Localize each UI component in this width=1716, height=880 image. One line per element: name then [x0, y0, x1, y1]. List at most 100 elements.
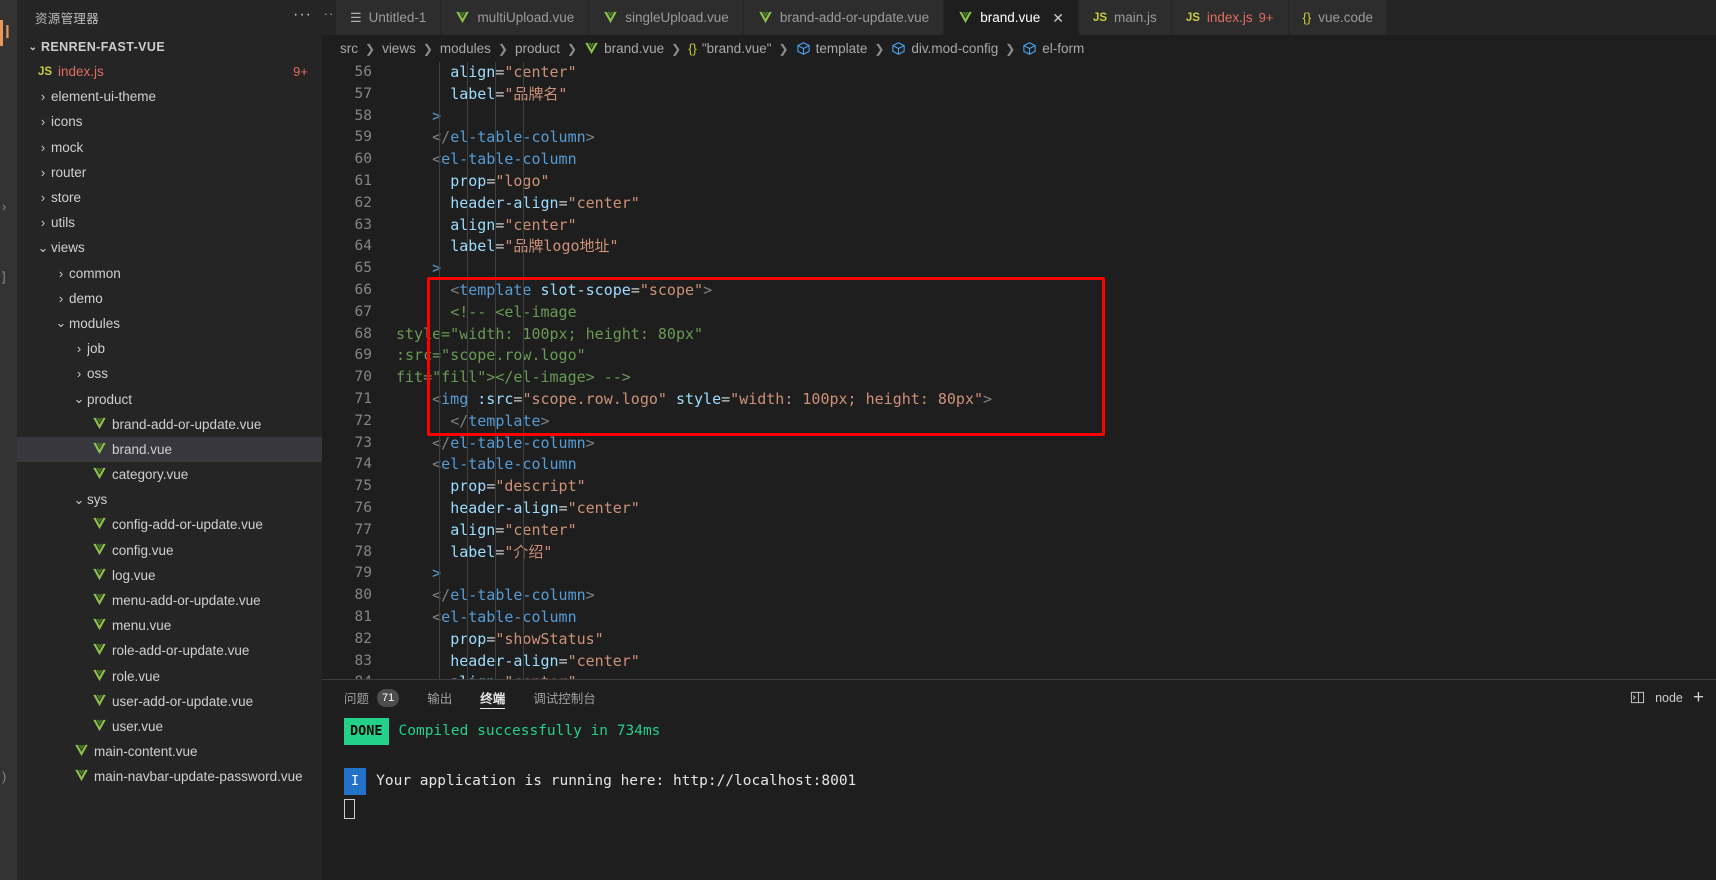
close-icon[interactable]: ✕	[1052, 11, 1064, 25]
code-line[interactable]: <!-- <el-image	[384, 302, 1716, 324]
code-line[interactable]: style="width: 100px; height: 80px"	[384, 324, 1716, 346]
code-line[interactable]: </el-table-column>	[384, 433, 1716, 455]
tree-file-row[interactable]: main-navbar-update-password.vue	[17, 764, 322, 789]
editor-tab[interactable]: brand-add-or-update.vue	[743, 0, 945, 35]
extensions-icon[interactable]: )	[2, 770, 6, 783]
code-line[interactable]: fit="fill"></el-image> -->	[384, 367, 1716, 389]
new-terminal-button[interactable]: +	[1693, 688, 1704, 707]
tree-file-row[interactable]: brand.vue	[17, 436, 322, 462]
code-line[interactable]: :src="scope.row.logo"	[384, 345, 1716, 367]
editor-tab[interactable]: JS main.js	[1078, 0, 1172, 35]
breadcrumb-item[interactable]: product	[515, 41, 560, 56]
code-line[interactable]: label="品牌名"	[384, 84, 1716, 106]
source-control-icon[interactable]: ]	[2, 270, 6, 283]
editor-tab[interactable]: JS index.js 9+	[1171, 0, 1289, 35]
tree-folder-row[interactable]: › router	[17, 160, 322, 185]
editor-tab[interactable]: multiUpload.vue	[441, 0, 590, 35]
tree-folder-row[interactable]: ⌄ sys	[17, 487, 322, 512]
tree-file-row[interactable]: config-add-or-update.vue	[17, 512, 322, 537]
panel-tab[interactable]: 调试控制台	[533, 680, 596, 715]
code-editor[interactable]: 56 57 58 59 60 61 62 63 64 65 66 67 68 69 70 71 72 73 74 75…	[322, 62, 1716, 679]
editor-tab[interactable]: ☰ Untitled-1	[336, 0, 442, 35]
tree-folder-row[interactable]: › demo	[17, 286, 322, 311]
breadcrumb-item[interactable]: src	[340, 41, 358, 56]
tree-file-row[interactable]: menu.vue	[17, 613, 322, 638]
terminal-shell-label[interactable]: node	[1655, 691, 1683, 705]
tree-folder-row[interactable]: ⌄ views	[17, 235, 322, 260]
editor-tab[interactable]: singleUpload.vue	[589, 0, 744, 35]
tree-file-row[interactable]: user-add-or-update.vue	[17, 689, 322, 714]
tree-folder-row[interactable]: › icons	[17, 109, 322, 134]
tree-file-row[interactable]: role.vue	[17, 664, 322, 689]
tree-folder-row[interactable]: › oss	[17, 361, 322, 386]
breadcrumb-item[interactable]: views	[382, 41, 416, 56]
code-line[interactable]: <img :src="scope.row.logo" style="width:…	[384, 389, 1716, 411]
code-line[interactable]: prop="showStatus"	[384, 629, 1716, 651]
code-line[interactable]: >	[384, 563, 1716, 585]
panel-tab[interactable]: 问题 71	[344, 680, 400, 715]
breadcrumb-item[interactable]: modules	[440, 41, 491, 56]
split-terminal-icon[interactable]	[1630, 690, 1645, 705]
activity-bar[interactable]: ❙ › ] )	[0, 0, 17, 880]
tree-file-row[interactable]: user.vue	[17, 714, 322, 739]
panel-tab[interactable]: 终端	[480, 680, 506, 715]
tree-file-row[interactable]: category.vue	[17, 462, 322, 487]
code-line[interactable]: >	[384, 106, 1716, 128]
code-line[interactable]: </el-table-column>	[384, 127, 1716, 149]
code-line[interactable]: label="品牌logo地址"	[384, 236, 1716, 258]
editor-tab[interactable]: brand.vue ✕	[944, 0, 1079, 35]
code-line[interactable]: header-align="center"	[384, 498, 1716, 520]
breadcrumb-item[interactable]: el-form	[1022, 41, 1084, 56]
panel-tab-list[interactable]: 问题 71 输出 终端 调试控制台	[344, 680, 624, 715]
tree-file-row[interactable]: config.vue	[17, 538, 322, 563]
tree-folder-row[interactable]: › utils	[17, 210, 322, 235]
tree-folder-row[interactable]: › element-ui-theme	[17, 84, 322, 109]
code-line[interactable]: header-align="center"	[384, 651, 1716, 673]
code-line[interactable]: </el-table-column>	[384, 585, 1716, 607]
breadcrumb-item[interactable]: div.mod-config	[891, 41, 998, 56]
search-icon[interactable]: ›	[2, 200, 6, 213]
panel-actions[interactable]: node +	[1620, 688, 1704, 707]
code-line[interactable]: align="center"	[384, 672, 1716, 679]
tree-folder-row[interactable]: ⌄ product	[17, 386, 322, 411]
tab-overflow-icon[interactable]: ··	[322, 0, 336, 35]
tree-file-row[interactable]: role-add-or-update.vue	[17, 638, 322, 663]
tree-file-row[interactable]: JS index.js 9+	[17, 59, 322, 84]
editor-tab[interactable]: {} vue.code	[1288, 0, 1388, 35]
tree-folder-row[interactable]: › mock	[17, 135, 322, 160]
breadcrumb[interactable]: src ❯ views ❯ modules ❯ product ❯ brand.vue ❯ {} "b…	[322, 35, 1716, 62]
tree-folder-row[interactable]: › common	[17, 261, 322, 286]
workspace-root-row[interactable]: ⌄ RENREN-FAST-VUE	[17, 35, 322, 59]
explorer-icon[interactable]: ❙	[2, 24, 13, 37]
code-line[interactable]: </template>	[384, 411, 1716, 433]
code-line[interactable]: <el-table-column	[384, 607, 1716, 629]
code-line[interactable]: prop="logo"	[384, 171, 1716, 193]
editor-tab-bar[interactable]: ·· ☰ Untitled-1 multiUpload.vue singleUploa…	[322, 0, 1716, 35]
code-content[interactable]: align="center" label="品牌名" > </el-table-…	[384, 62, 1716, 679]
code-line[interactable]: >	[384, 258, 1716, 280]
code-line[interactable]: <el-table-column	[384, 149, 1716, 171]
tree-folder-row[interactable]: › job	[17, 336, 322, 361]
tree-file-row[interactable]: menu-add-or-update.vue	[17, 588, 322, 613]
code-line[interactable]: align="center"	[384, 62, 1716, 84]
breadcrumb-item[interactable]: brand.vue	[584, 41, 664, 56]
sidebar-more-actions-icon[interactable]: ···	[293, 6, 312, 25]
tree-folder-row[interactable]: › store	[17, 185, 322, 210]
code-line[interactable]: <el-table-column	[384, 454, 1716, 476]
tree-folder-row[interactable]: ⌄ modules	[17, 311, 322, 336]
code-line[interactable]: header-align="center"	[384, 193, 1716, 215]
code-line[interactable]: prop="descript"	[384, 476, 1716, 498]
code-line[interactable]: align="center"	[384, 520, 1716, 542]
breadcrumb-item[interactable]: template	[796, 41, 867, 56]
tree-file-row[interactable]: log.vue	[17, 563, 322, 588]
file-tree[interactable]: JS index.js 9+ › element-ui-theme › icons › mock…	[17, 59, 322, 880]
panel-tab[interactable]: 输出	[427, 680, 452, 715]
tree-file-row[interactable]: brand-add-or-update.vue	[17, 412, 322, 437]
code-line[interactable]: <template slot-scope="scope">	[384, 280, 1716, 302]
code-token: >	[703, 280, 713, 299]
code-line[interactable]: align="center"	[384, 215, 1716, 237]
tree-file-row[interactable]: main-content.vue	[17, 739, 322, 764]
code-line[interactable]: label="介绍"	[384, 542, 1716, 564]
breadcrumb-item[interactable]: {} "brand.vue"	[688, 41, 771, 56]
terminal-output[interactable]: DONE Compiled successfully in 734ms I Your …	[322, 715, 1716, 880]
